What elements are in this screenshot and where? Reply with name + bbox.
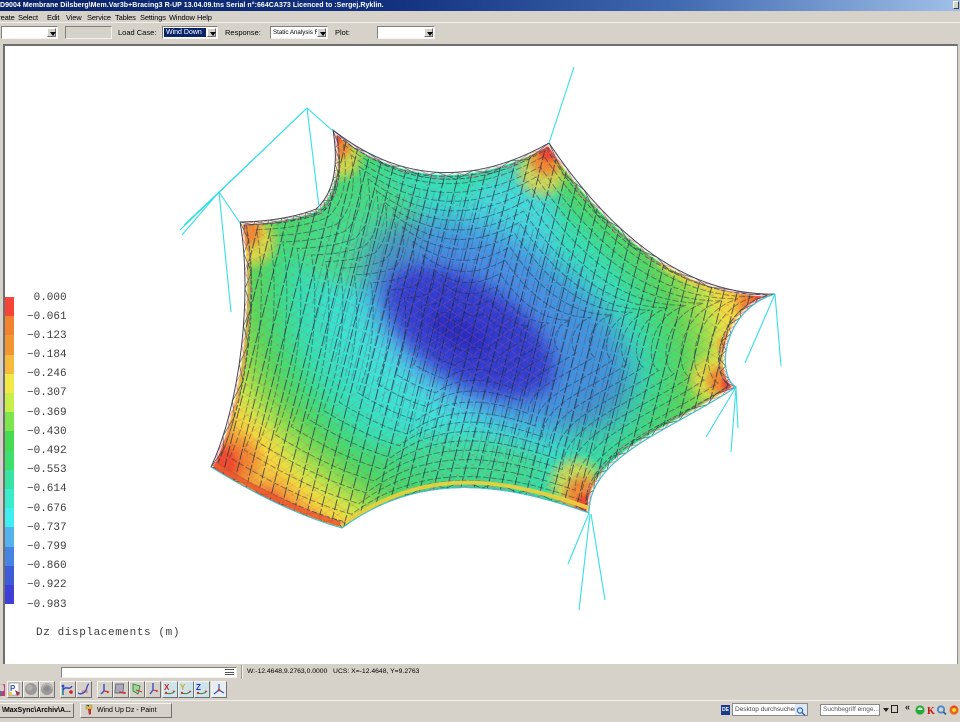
svg-text:ms: ms [82,689,89,694]
svg-text:Z: Z [196,683,201,692]
svg-text:Y: Y [180,683,186,692]
svg-text:X: X [164,683,170,692]
svg-text:P: P [10,684,16,693]
svg-text:K: K [927,706,935,717]
